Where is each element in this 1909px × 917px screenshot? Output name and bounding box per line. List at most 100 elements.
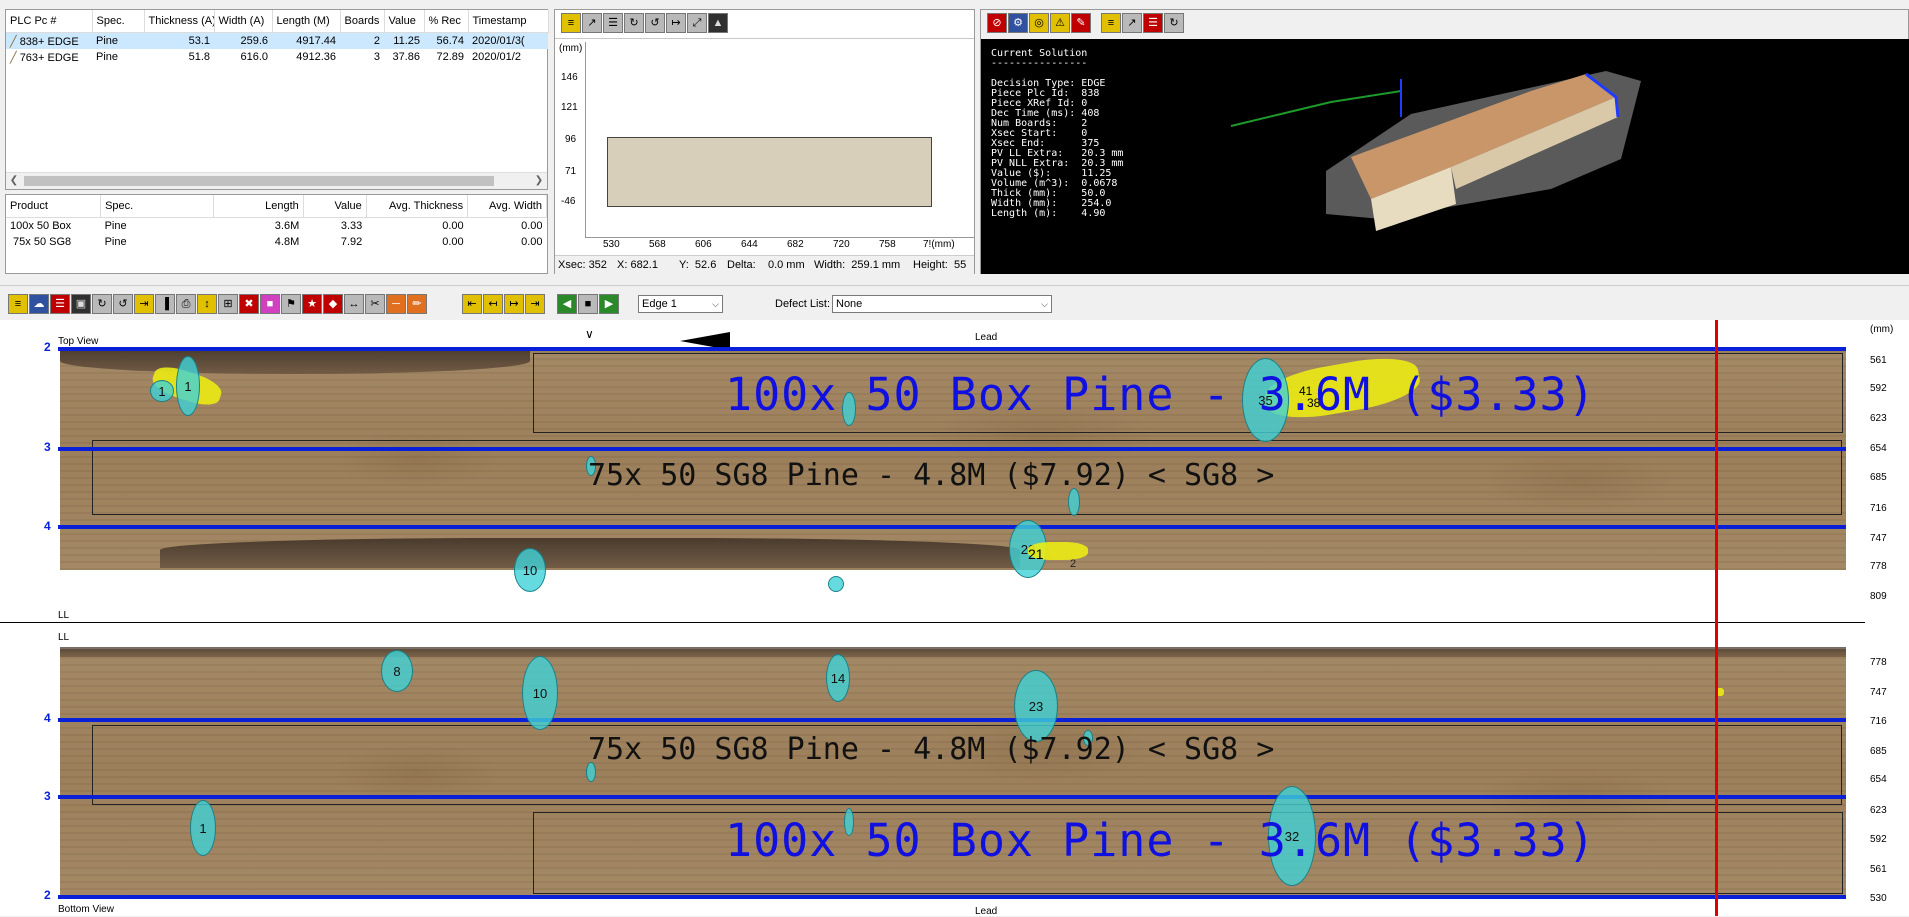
col-boards[interactable]: Boards xyxy=(340,10,385,33)
col-product[interactable]: Product xyxy=(6,195,102,218)
table-row[interactable]: 75x 50 SG8 Pine 4.8M 7.92 0.00 0.00 xyxy=(6,234,547,250)
next-icon[interactable]: ↦ xyxy=(504,294,524,314)
defect-icon[interactable]: ✖ xyxy=(239,294,259,314)
col-thickness[interactable]: Thickness (A) xyxy=(144,10,215,33)
split-icon[interactable]: ↕ xyxy=(197,294,217,314)
profile-status-bar: Xsec: 352 X: 682.1 Y: 52.6 Delta: 0.0 mm… xyxy=(555,255,974,274)
defect-list-select[interactable]: None ⌵ xyxy=(832,295,1052,313)
status-height: Height: 55 xyxy=(913,259,967,271)
refresh-icon[interactable]: ↺ xyxy=(113,294,133,314)
cell: 4917.44 xyxy=(272,32,340,49)
profile-grid-icon[interactable]: ☰ xyxy=(603,13,623,33)
col-value[interactable]: Value xyxy=(384,10,425,33)
profile-y-unit: (mm) xyxy=(559,43,583,54)
position-cursor[interactable] xyxy=(1715,320,1718,916)
knot-defect[interactable]: 10 xyxy=(522,656,558,730)
warning-icon[interactable]: ⚠ xyxy=(1050,13,1070,33)
cell: 0.00 xyxy=(521,220,543,232)
knot-defect[interactable]: 1 xyxy=(150,380,174,402)
piece-id-cell: ╱ 763+ EDGE xyxy=(10,51,79,64)
profile-list-icon[interactable]: ≡ xyxy=(561,13,581,33)
table-row[interactable]: ╱ 838+ EDGE Pine 53.1 259.6 4917.44 2 11… xyxy=(6,32,548,49)
tag-icon[interactable]: ⚑ xyxy=(281,294,301,314)
scroll-left-icon[interactable]: ❮ xyxy=(6,173,22,189)
measure-icon[interactable]: ↔ xyxy=(344,294,364,314)
profile-arrow-icon[interactable]: ↗ xyxy=(582,13,602,33)
cell: 3.33 xyxy=(340,220,363,232)
col-rec[interactable]: % Rec xyxy=(424,10,469,33)
knot-defect[interactable]: 10 xyxy=(514,548,546,592)
knot-defect[interactable] xyxy=(828,576,844,592)
board-icon: ╱ xyxy=(10,51,17,64)
col-spec[interactable]: Spec. xyxy=(100,195,214,218)
scroll-right-icon[interactable]: ❯ xyxy=(531,173,547,189)
cell: 72.89 xyxy=(436,51,464,63)
grid-icon[interactable]: ⊞ xyxy=(218,294,238,314)
bottom-line-4 xyxy=(58,718,1846,722)
list-icon[interactable]: ≡ xyxy=(1101,13,1121,33)
prev-icon[interactable]: ↤ xyxy=(483,294,503,314)
piece-id-cell: ╱ 838+ EDGE xyxy=(6,32,92,49)
products-panel: Product Spec. Length Value Avg. Thicknes… xyxy=(5,194,548,274)
knot-defect[interactable]: 14 xyxy=(826,654,850,702)
scale-tick: 716 xyxy=(1870,716,1887,727)
direction-arrow-shaft xyxy=(720,340,730,342)
top-line-3 xyxy=(58,447,1846,451)
scroll-thumb[interactable] xyxy=(24,176,494,186)
col-plc-pc[interactable]: PLC Pc # xyxy=(6,10,93,33)
col-length[interactable]: Length xyxy=(213,195,304,218)
step-icon[interactable]: ⇥ xyxy=(134,294,154,314)
color-icon[interactable]: ■ xyxy=(260,294,280,314)
col-width[interactable]: Width (A) xyxy=(214,10,273,33)
col-avg-width[interactable]: Avg. Width xyxy=(467,195,547,218)
play-back-icon[interactable]: ◀ xyxy=(557,294,577,314)
profile-image-icon[interactable]: ▲ xyxy=(708,13,728,33)
ruler-icon[interactable]: ─ xyxy=(386,294,406,314)
edge-select[interactable]: Edge 1 ⌵ xyxy=(638,295,723,313)
cloud-icon[interactable]: ☁ xyxy=(29,294,49,314)
lines-icon[interactable]: ☰ xyxy=(50,294,70,314)
knot-defect[interactable]: 1 xyxy=(176,356,200,416)
profile-rotate-icon[interactable]: ↻ xyxy=(624,13,644,33)
marker-icon[interactable]: ✎ xyxy=(1071,13,1091,33)
col-value[interactable]: Value xyxy=(303,195,367,218)
profile-measure-icon[interactable]: ↦ xyxy=(666,13,686,33)
top-view-lead: Lead xyxy=(975,332,998,343)
knot-defect[interactable]: 1 xyxy=(190,800,216,856)
columns-icon[interactable]: ▐ xyxy=(155,294,175,314)
rotate-icon[interactable]: ↻ xyxy=(92,294,112,314)
grade-icon[interactable]: ★ xyxy=(302,294,322,314)
col-avg-thickness[interactable]: Avg. Thickness xyxy=(366,195,469,218)
col-timestamp[interactable]: Timestamp xyxy=(468,10,549,33)
rotate-icon[interactable]: ↻ xyxy=(1164,13,1184,33)
board-3d-render[interactable] xyxy=(981,39,1909,274)
arrow-icon[interactable]: ↗ xyxy=(1122,13,1142,33)
pieces-hscrollbar[interactable]: ❮ ❯ xyxy=(6,172,547,189)
lines-icon[interactable]: ☰ xyxy=(1143,13,1163,33)
zone-icon[interactable]: ◆ xyxy=(323,294,343,314)
table-row[interactable]: ╱ 763+ EDGE Pine 51.8 616.0 4912.36 3 37… xyxy=(6,49,548,65)
play-icon[interactable]: ▶ xyxy=(599,294,619,314)
first-icon[interactable]: ⇤ xyxy=(462,294,482,314)
cut-icon[interactable]: ✂ xyxy=(365,294,385,314)
profile-zoom-icon[interactable]: ⤢ xyxy=(687,13,707,33)
profile-refresh-icon[interactable]: ↺ xyxy=(645,13,665,33)
stop-icon[interactable]: ⊘ xyxy=(987,13,1007,33)
col-spec[interactable]: Spec. xyxy=(92,10,145,33)
status-xsec: Xsec: 352 xyxy=(558,259,607,271)
stop-icon[interactable]: ■ xyxy=(578,294,598,314)
table-row[interactable]: 100x 50 Box Pine 3.6M 3.33 0.00 0.00 xyxy=(6,218,547,235)
profile-cross-section xyxy=(607,137,932,207)
scale-tick: 809 xyxy=(1870,591,1887,602)
settings-icon[interactable]: ⚙ xyxy=(1008,13,1028,33)
target-icon[interactable]: ◎ xyxy=(1029,13,1049,33)
top-view-title: Top View xyxy=(58,336,99,347)
col-length[interactable]: Length (M) xyxy=(272,10,341,33)
list-icon[interactable]: ≡ xyxy=(8,294,28,314)
cell: Pine xyxy=(96,51,119,63)
last-icon[interactable]: ⇥ xyxy=(525,294,545,314)
print-icon[interactable]: ⎙ xyxy=(176,294,196,314)
knot-defect[interactable]: 8 xyxy=(381,650,413,692)
layers-icon[interactable]: ▣ xyxy=(71,294,91,314)
pencil-icon[interactable]: ✏ xyxy=(407,294,427,314)
